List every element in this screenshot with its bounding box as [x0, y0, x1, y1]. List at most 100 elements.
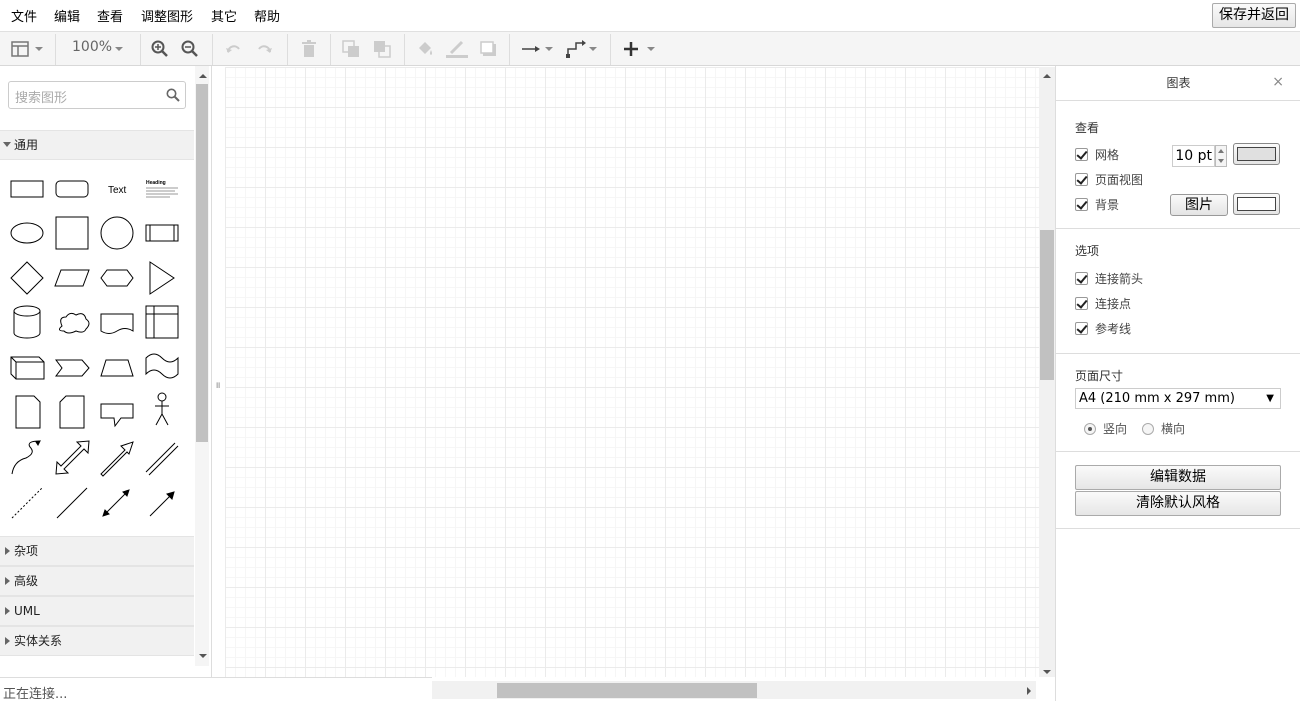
grid-size-stepper[interactable] [1215, 145, 1227, 167]
checkbox-icon[interactable] [1075, 147, 1088, 161]
shape-link [145, 442, 179, 476]
portrait-radio[interactable]: 竖向 横向 [1084, 420, 1185, 437]
save-and-return-button[interactable]: 保存并返回 [1212, 3, 1296, 28]
sidebar-scroll-thumb[interactable] [196, 84, 208, 442]
menu-edit[interactable]: 编辑 [54, 6, 80, 25]
background-color-button[interactable] [1233, 193, 1280, 215]
checkbox-icon[interactable] [1075, 172, 1088, 186]
section-advanced[interactable]: 高级 [0, 566, 194, 596]
insert-icon[interactable] [622, 40, 658, 58]
canvas-vertical-scroll-thumb[interactable] [1040, 230, 1054, 380]
line-color-icon[interactable] [446, 40, 468, 58]
grid-label: 网格 [1095, 147, 1120, 162]
canvas-scroll-up-icon[interactable] [1042, 72, 1052, 80]
sidebar-resize-handle[interactable]: ॥ [215, 378, 220, 391]
undo-icon[interactable] [224, 40, 242, 58]
checkbox-icon[interactable] [1075, 197, 1088, 211]
grid-color-button[interactable] [1233, 143, 1280, 165]
zoom-dropdown-icon[interactable] [112, 40, 126, 58]
menu-arrange[interactable]: 调整图形 [141, 6, 193, 25]
zoom-level[interactable]: 100% [72, 39, 112, 55]
shape-actor [157, 392, 167, 402]
landscape-label: 横向 [1161, 422, 1186, 436]
chevron-down-icon: ▼ [1266, 393, 1274, 404]
to-back-icon[interactable] [373, 40, 391, 58]
shape-card [59, 395, 85, 429]
landscape-radio[interactable] [1142, 422, 1155, 435]
close-icon[interactable]: × [1272, 66, 1284, 99]
zoom-out-icon[interactable] [181, 40, 199, 58]
connection-icon[interactable] [520, 40, 556, 58]
scroll-down-icon[interactable] [198, 652, 208, 660]
canvas-scroll-right-icon[interactable] [1025, 686, 1033, 696]
shape-tape [145, 353, 179, 379]
diagram-editor: 文件 编辑 查看 调整图形 其它 帮助 保存并返回 100% 搜索图形 通用 T… [0, 0, 1300, 701]
section-entity-relation[interactable]: 实体关系 [0, 626, 194, 656]
scroll-up-icon[interactable] [198, 72, 208, 80]
collapsed-arrow-icon [5, 547, 10, 555]
canvas-horizontal-scroll-thumb[interactable] [497, 683, 757, 698]
connection-arrows-checkbox[interactable]: 连接箭头 [1075, 270, 1143, 286]
checkbox-icon[interactable] [1075, 321, 1088, 335]
shape-curve [11, 440, 41, 475]
shape-document [100, 313, 134, 334]
shape-internal-storage [145, 305, 179, 339]
menu-view[interactable]: 查看 [97, 6, 123, 25]
grid-size-input[interactable]: 10 pt [1172, 145, 1215, 167]
shape-circle [100, 216, 134, 250]
delete-icon[interactable] [300, 40, 318, 58]
shape-directional-connector [149, 493, 173, 517]
search-placeholder: 搜索图形 [15, 91, 68, 106]
section-misc[interactable]: 杂项 [0, 536, 194, 566]
zoom-in-icon[interactable] [151, 40, 169, 58]
expanded-arrow-icon [3, 142, 11, 147]
view-section-title: 查看 [1075, 121, 1100, 135]
section-uml-label: UML [14, 604, 40, 618]
page-view-checkbox[interactable]: 页面视图 [1075, 171, 1143, 187]
status-text: 正在连接... [3, 687, 68, 701]
page-view-label: 页面视图 [1095, 172, 1144, 187]
page-size-select[interactable]: A4 (210 mm x 297 mm) ▼ [1075, 388, 1281, 409]
fill-color-icon[interactable] [416, 40, 434, 58]
grid-checkbox[interactable]: 网格 [1075, 146, 1119, 162]
waypoints-icon[interactable] [564, 40, 600, 58]
background-checkbox[interactable]: 背景 [1075, 196, 1119, 212]
menu-help[interactable]: 帮助 [254, 6, 280, 25]
search-input[interactable]: 搜索图形 [8, 81, 186, 109]
redo-icon[interactable] [256, 40, 274, 58]
shape-triangle [149, 261, 175, 295]
shapes-sidebar: 搜索图形 通用 Text Heading 杂项 高级 UML 实体关系 [0, 66, 212, 677]
shape-bidirectional-connector [104, 491, 128, 515]
section-uml[interactable]: UML [0, 596, 194, 626]
canvas-scroll-down-icon[interactable] [1042, 668, 1052, 676]
section-general[interactable]: 通用 [0, 130, 194, 160]
shape-parallelogram [54, 269, 90, 287]
section-advanced-label: 高级 [14, 574, 39, 588]
radio-icon[interactable] [1084, 422, 1096, 435]
menu-bar: 文件 编辑 查看 调整图形 其它 帮助 保存并返回 [0, 0, 1300, 31]
menu-file[interactable]: 文件 [11, 6, 37, 25]
edit-data-button[interactable]: 编辑数据 [1075, 465, 1281, 490]
guides-checkbox[interactable]: 参考线 [1075, 320, 1131, 336]
shape-rectangle [10, 180, 44, 198]
diagram-canvas[interactable] [225, 67, 1039, 677]
options-section-title: 选项 [1075, 244, 1100, 258]
format-panel-icon[interactable] [10, 40, 46, 58]
checkbox-icon[interactable] [1075, 296, 1088, 310]
connection-points-label: 连接点 [1095, 296, 1132, 311]
search-icon[interactable] [166, 88, 180, 102]
section-entity-relation-label: 实体关系 [14, 634, 63, 648]
shadow-icon[interactable] [479, 40, 497, 58]
page-size-value: A4 (210 mm x 297 mm) [1079, 391, 1235, 406]
toolbar: 100% [0, 31, 1300, 66]
connection-points-checkbox[interactable]: 连接点 [1075, 295, 1131, 311]
section-misc-label: 杂项 [14, 544, 39, 558]
shape-arrow [100, 441, 134, 477]
background-image-button[interactable]: 图片 [1170, 194, 1228, 216]
page-size-section: 页面尺寸 A4 (210 mm x 297 mm) ▼ 竖向 横向 [1056, 354, 1300, 452]
shape-ellipse [10, 222, 44, 244]
to-front-icon[interactable] [342, 40, 360, 58]
clear-default-style-button[interactable]: 清除默认风格 [1075, 491, 1281, 516]
menu-extras[interactable]: 其它 [211, 6, 237, 25]
checkbox-icon[interactable] [1075, 271, 1088, 285]
